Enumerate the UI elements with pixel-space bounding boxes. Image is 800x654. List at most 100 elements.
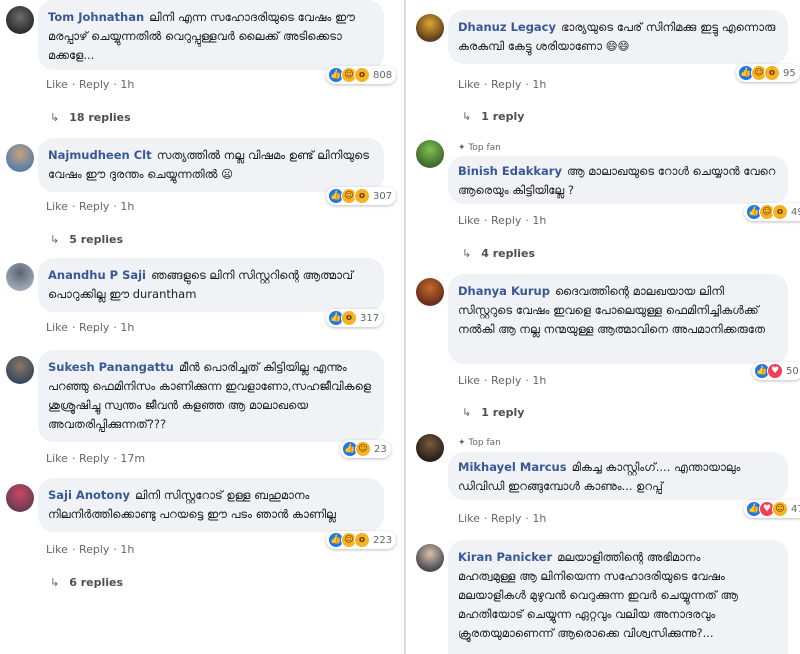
view-replies-link[interactable]: ↳ 4 replies: [462, 247, 535, 260]
reply-arrow-icon: ↳: [462, 406, 472, 419]
timestamp[interactable]: 1h: [532, 512, 546, 525]
reply-button[interactable]: Reply: [491, 214, 521, 227]
timestamp[interactable]: 1h: [120, 78, 134, 91]
comment-text: ഭാര്യയുടെ പേര് സിനിമക്കു ഇട്ടു എന്നൊരു: [561, 20, 776, 34]
comment-actions: Like · Reply · 1h: [458, 512, 547, 525]
avatar[interactable]: [6, 144, 34, 172]
comment-text: മലയാളിത്തിന്റെ അഭിമാനം: [557, 550, 701, 564]
timestamp[interactable]: 1h: [120, 543, 134, 556]
reaction-count: 307: [373, 190, 393, 202]
avatar[interactable]: [416, 544, 444, 572]
avatar[interactable]: [416, 434, 444, 462]
wow-icon: o: [354, 532, 370, 548]
replies-count[interactable]: 1 reply: [481, 110, 524, 123]
timestamp[interactable]: 17m: [120, 452, 145, 465]
author-name[interactable]: Saji Anotony: [48, 488, 130, 502]
like-button[interactable]: Like: [46, 321, 68, 334]
reply-button[interactable]: Reply: [79, 78, 109, 91]
comment-actions: Like · Reply · 1h: [46, 543, 135, 556]
reply-button[interactable]: Reply: [491, 78, 521, 91]
reaction-count: 317: [360, 312, 380, 324]
top-fan-label: Top fan: [468, 143, 501, 153]
author-name[interactable]: Tom Johnathan: [48, 10, 144, 24]
author-name[interactable]: Anandhu P Saji: [48, 268, 146, 282]
laugh-icon: ☺: [355, 441, 371, 457]
comment-bubble: Dhanya Kurup ദൈവത്തിന്റെ മാലഖയായ ലിനി സി…: [448, 274, 788, 364]
reply-button[interactable]: Reply: [491, 374, 521, 387]
comment-text: മികച്ച കാസ്റ്റിംഗ്.... എന്തായാലും: [571, 460, 741, 474]
like-button[interactable]: Like: [458, 374, 480, 387]
like-button[interactable]: Like: [46, 452, 68, 465]
heart-icon: ♥: [767, 363, 783, 379]
comment-text: മഹത്വമുള്ള ആ ലിനിയെന്ന സഹോദരിയുടെ വേഷം മ…: [458, 569, 738, 640]
reaction-count: 47: [791, 503, 800, 515]
comment-actions: Like · Reply · 1h: [458, 78, 547, 91]
reaction-summary[interactable]: 👍 ☺ o 223: [326, 531, 397, 549]
reaction-summary[interactable]: 👍 ☺ o 95: [736, 64, 800, 82]
author-name[interactable]: Mikhayel Marcus: [458, 460, 567, 474]
view-replies-link[interactable]: ↳ 1 reply: [462, 110, 524, 123]
right-comment-column: Dhanuz Legacy ഭാര്യയുടെ പേര് സിനിമക്കു ഇ…: [404, 0, 800, 654]
reaction-summary[interactable]: 👍 ☺ o 307: [326, 187, 397, 205]
reaction-summary[interactable]: 👍 o 317: [326, 309, 384, 327]
reply-button[interactable]: Reply: [491, 512, 521, 525]
comment-actions: Like · Reply · 1h: [458, 374, 547, 387]
replies-count[interactable]: 4 replies: [481, 247, 535, 260]
reply-button[interactable]: Reply: [79, 200, 109, 213]
author-name[interactable]: Najmudheen Clt: [48, 148, 152, 162]
reaction-summary[interactable]: 👍 ♥ 50: [752, 362, 800, 380]
view-replies-link[interactable]: ↳ 5 replies: [50, 233, 123, 246]
reply-button[interactable]: Reply: [79, 321, 109, 334]
author-name[interactable]: Dhanuz Legacy: [458, 20, 556, 34]
author-name[interactable]: Dhanya Kurup: [458, 284, 550, 298]
avatar[interactable]: [6, 263, 34, 291]
reaction-summary[interactable]: 👍 ♥ ☺ 47: [744, 500, 800, 518]
reaction-summary[interactable]: 👍 ☺ o 49: [744, 203, 800, 221]
avatar[interactable]: [6, 484, 34, 512]
comment-text: പറഞ്ഞു ഫെമിനിസം കാണിക്കുന്ന ഇവളാണോ,സഹജീവ…: [48, 379, 372, 431]
like-button[interactable]: Like: [458, 78, 480, 91]
top-fan-badge-icon: ✦: [458, 438, 466, 448]
avatar[interactable]: [416, 278, 444, 306]
replies-count[interactable]: 18 replies: [69, 111, 130, 124]
replies-count[interactable]: 5 replies: [69, 233, 123, 246]
author-name[interactable]: Sukesh Panangattu: [48, 360, 174, 374]
reaction-count: 23: [374, 443, 387, 455]
reply-button[interactable]: Reply: [79, 452, 109, 465]
timestamp[interactable]: 1h: [120, 200, 134, 213]
comment-bubble: Saji Anotony ലിനി സിസ്റ്ററോട് ഉള്ള ബഹുമാ…: [38, 478, 384, 532]
timestamp[interactable]: 1h: [532, 214, 546, 227]
timestamp[interactable]: 1h: [120, 321, 134, 334]
wow-icon: o: [341, 310, 357, 326]
reply-button[interactable]: Reply: [79, 543, 109, 556]
like-button[interactable]: Like: [46, 543, 68, 556]
like-button[interactable]: Like: [46, 78, 68, 91]
avatar[interactable]: [6, 356, 34, 384]
comment-text: കരകമ്പി കേട്ടു ശരിയാണോ 😄😄: [458, 39, 630, 53]
avatar[interactable]: [416, 140, 444, 168]
timestamp[interactable]: 1h: [532, 78, 546, 91]
avatar[interactable]: [416, 14, 444, 42]
comment-text: ലിനി എന്ന സഹോദരിയുടെ വേഷം ഈ: [149, 10, 355, 24]
view-replies-link[interactable]: ↳ 6 replies: [50, 576, 123, 589]
avatar[interactable]: [6, 6, 34, 34]
timestamp[interactable]: 1h: [532, 374, 546, 387]
reaction-summary[interactable]: 👍 ☺ 23: [340, 440, 391, 458]
like-button[interactable]: Like: [458, 512, 480, 525]
like-button[interactable]: Like: [46, 200, 68, 213]
like-button[interactable]: Like: [458, 214, 480, 227]
comment-actions: Like · Reply · 1h: [458, 214, 547, 227]
author-name[interactable]: Binish Edakkary: [458, 164, 562, 178]
replies-count[interactable]: 6 replies: [69, 576, 123, 589]
replies-count[interactable]: 1 reply: [481, 406, 524, 419]
comment-actions: Like · Reply · 1h: [46, 200, 135, 213]
comment-text: വേഷം ഈ ദുരന്തം ചെയ്യുന്നതിൽ 😦: [48, 167, 234, 181]
reply-arrow-icon: ↳: [462, 110, 472, 123]
reaction-summary[interactable]: 👍 ☺ o 808: [326, 66, 397, 84]
view-replies-link[interactable]: ↳ 1 reply: [462, 406, 524, 419]
comment-bubble: Najmudheen Clt സത്യത്തിൽ നല്ല വിഷമം ഉണ്ട…: [38, 138, 384, 192]
author-name[interactable]: Kiran Panicker: [458, 550, 552, 564]
view-replies-link[interactable]: ↳ 18 replies: [50, 111, 131, 124]
comment-text: മീൻ പൊരിച്ചത് കിട്ടിയില്ല എന്നും: [178, 360, 347, 374]
comment-text: ഞങ്ങളുടെ ലിനി സിസ്റ്ററിന്റെ ആത്മാവ്: [151, 268, 354, 282]
